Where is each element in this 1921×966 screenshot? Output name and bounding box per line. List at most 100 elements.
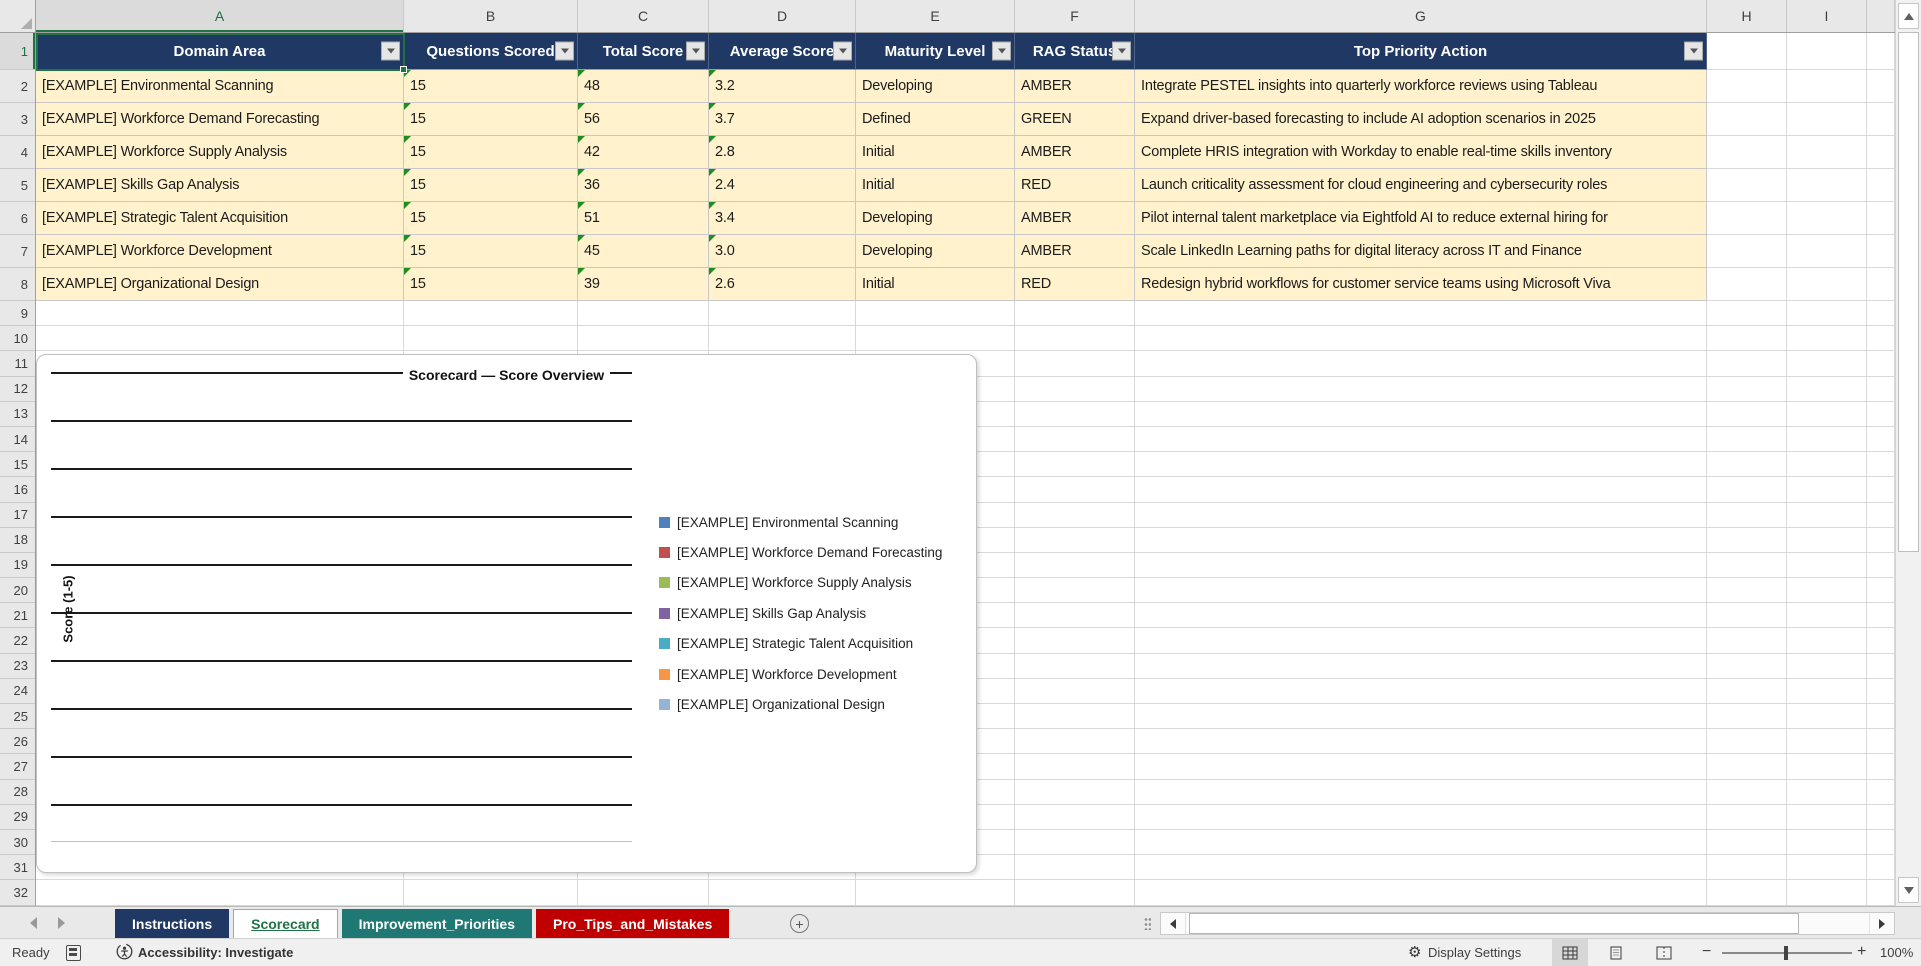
cell-D4[interactable]: 2.8 <box>709 136 856 169</box>
cell-G4[interactable]: Complete HRIS integration with Workday t… <box>1135 136 1707 169</box>
legend-item[interactable]: [EXAMPLE] Workforce Supply Analysis <box>659 568 942 598</box>
empty-cell[interactable] <box>1787 829 1867 856</box>
column-header-partial[interactable] <box>1867 0 1895 32</box>
empty-cell[interactable] <box>1867 729 1895 755</box>
empty-cell[interactable] <box>404 326 578 352</box>
row-header-3[interactable]: 3 <box>0 103 35 136</box>
filter-button[interactable] <box>381 41 400 61</box>
cell-I8[interactable] <box>1787 268 1867 301</box>
cell-partial-6[interactable] <box>1867 202 1895 235</box>
empty-cell[interactable] <box>1135 326 1707 352</box>
empty-cell[interactable] <box>1015 401 1135 427</box>
empty-cell[interactable] <box>1787 351 1867 377</box>
empty-cell[interactable] <box>1135 704 1707 730</box>
cell-H5[interactable] <box>1707 169 1787 202</box>
empty-cell[interactable] <box>1015 804 1135 830</box>
empty-cell[interactable] <box>1707 779 1787 805</box>
column-header-C[interactable]: C <box>578 0 709 32</box>
empty-cell[interactable] <box>1135 729 1707 755</box>
empty-cell[interactable] <box>1135 578 1707 604</box>
cell-F8[interactable]: RED <box>1015 268 1135 301</box>
scroll-right-button[interactable] <box>1869 913 1894 934</box>
empty-cell[interactable] <box>1867 578 1895 604</box>
empty-cell[interactable] <box>1867 829 1895 856</box>
normal-view-button[interactable] <box>1552 939 1588 966</box>
empty-cell[interactable] <box>1135 855 1707 881</box>
legend-item[interactable]: [EXAMPLE] Workforce Demand Forecasting <box>659 537 942 567</box>
cell-A6[interactable]: [EXAMPLE] Strategic Talent Acquisition <box>36 202 404 235</box>
legend-item[interactable]: [EXAMPLE] Environmental Scanning <box>659 507 942 537</box>
row-header-25[interactable]: 25 <box>0 704 35 730</box>
empty-cell[interactable] <box>1867 401 1895 427</box>
scroll-left-button[interactable] <box>1161 913 1186 934</box>
empty-cell[interactable] <box>1787 754 1867 780</box>
row-header-19[interactable]: 19 <box>0 553 35 579</box>
empty-cell[interactable] <box>856 301 1015 327</box>
embedded-chart[interactable]: Scorecard — Score Overview Score (1-5) [… <box>36 354 977 873</box>
empty-cell[interactable] <box>1787 704 1867 730</box>
empty-cell[interactable] <box>1135 880 1707 906</box>
page-layout-view-button[interactable] <box>1598 939 1634 966</box>
empty-cell[interactable] <box>1867 326 1895 352</box>
empty-cell[interactable] <box>1015 880 1135 906</box>
horizontal-scrollbar[interactable] <box>1160 912 1895 935</box>
empty-cell[interactable] <box>709 301 856 327</box>
empty-cell[interactable] <box>1135 401 1707 427</box>
column-header-E[interactable]: E <box>856 0 1015 32</box>
empty-cell[interactable] <box>1135 376 1707 402</box>
empty-cell[interactable] <box>1787 502 1867 528</box>
empty-cell[interactable] <box>1015 527 1135 553</box>
empty-cell[interactable] <box>1787 326 1867 352</box>
cell-E6[interactable]: Developing <box>856 202 1015 235</box>
empty-cell[interactable] <box>1135 603 1707 629</box>
empty-cell[interactable] <box>1707 754 1787 780</box>
empty-cell[interactable] <box>1015 578 1135 604</box>
legend-item[interactable]: [EXAMPLE] Skills Gap Analysis <box>659 598 942 628</box>
cell-D8[interactable]: 2.6 <box>709 268 856 301</box>
cell-H6[interactable] <box>1707 202 1787 235</box>
cell-partial-5[interactable] <box>1867 169 1895 202</box>
tab-scroll-right-icon[interactable] <box>58 917 65 929</box>
row-header-4[interactable]: 4 <box>0 136 35 169</box>
cell-H3[interactable] <box>1707 103 1787 136</box>
cell-A7[interactable]: [EXAMPLE] Workforce Development <box>36 235 404 268</box>
empty-cell[interactable] <box>1867 603 1895 629</box>
empty-cell[interactable] <box>578 301 709 327</box>
header-cell-domain-area[interactable]: Domain Area <box>36 33 404 70</box>
empty-cell[interactable] <box>1015 477 1135 503</box>
row-header-16[interactable]: 16 <box>0 477 35 503</box>
vertical-scrollbar-thumb[interactable] <box>1898 32 1919 552</box>
cell-B6[interactable]: 15 <box>404 202 578 235</box>
header-cell-questions-scored[interactable]: Questions Scored <box>404 33 578 70</box>
empty-cell[interactable] <box>1707 578 1787 604</box>
cell-G2[interactable]: Integrate PESTEL insights into quarterly… <box>1135 70 1707 103</box>
empty-cell[interactable] <box>1015 301 1135 327</box>
row-header-8[interactable]: 8 <box>0 268 35 301</box>
cell-G5[interactable]: Launch criticality assessment for cloud … <box>1135 169 1707 202</box>
row-header-11[interactable]: 11 <box>0 351 35 377</box>
cell-G3[interactable]: Expand driver-based forecasting to inclu… <box>1135 103 1707 136</box>
empty-cell[interactable] <box>1867 628 1895 654</box>
empty-cell[interactable] <box>1015 376 1135 402</box>
empty-cell[interactable] <box>1135 452 1707 478</box>
empty-cell[interactable] <box>856 326 1015 352</box>
empty-cell[interactable] <box>1867 704 1895 730</box>
empty-cell[interactable] <box>1707 401 1787 427</box>
empty-cell[interactable] <box>1707 729 1787 755</box>
row-header-26[interactable]: 26 <box>0 729 35 755</box>
cell-A4[interactable]: [EXAMPLE] Workforce Supply Analysis <box>36 136 404 169</box>
cell-G6[interactable]: Pilot internal talent marketplace via Ei… <box>1135 202 1707 235</box>
empty-cell[interactable] <box>1707 804 1787 830</box>
empty-cell[interactable] <box>1787 653 1867 679</box>
display-settings-button[interactable]: Display Settings <box>1428 945 1521 960</box>
cell-partial-1[interactable] <box>1867 33 1895 70</box>
empty-cell[interactable] <box>1787 477 1867 503</box>
empty-cell[interactable] <box>1135 804 1707 830</box>
filter-button[interactable] <box>555 41 574 61</box>
cell-A2[interactable]: [EXAMPLE] Environmental Scanning <box>36 70 404 103</box>
cell-partial-2[interactable] <box>1867 70 1895 103</box>
scroll-down-button[interactable] <box>1898 877 1919 903</box>
empty-cell[interactable] <box>36 880 404 906</box>
cell-I6[interactable] <box>1787 202 1867 235</box>
empty-cell[interactable] <box>578 880 709 906</box>
